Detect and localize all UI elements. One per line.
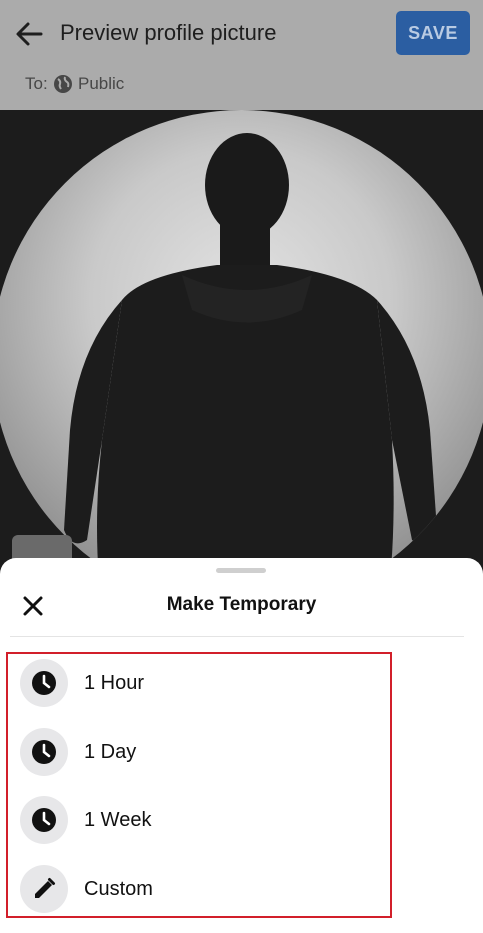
- audience-prefix: To:: [25, 74, 48, 93]
- page-title: Preview profile picture: [60, 20, 277, 45]
- sheet-drag-handle[interactable]: [216, 568, 266, 573]
- person-silhouette-image: [64, 133, 437, 580]
- options-highlight-box: [6, 652, 392, 918]
- save-button[interactable]: SAVE: [396, 11, 470, 55]
- sheet-title: Make Temporary: [166, 594, 317, 615]
- audience-value[interactable]: Public: [78, 74, 124, 94]
- profile-picture-preview: [0, 110, 483, 580]
- divider: [10, 636, 464, 637]
- globe-icon[interactable]: [53, 74, 73, 94]
- back-arrow-icon[interactable]: [12, 17, 46, 51]
- profile-photo-circle: [0, 110, 483, 580]
